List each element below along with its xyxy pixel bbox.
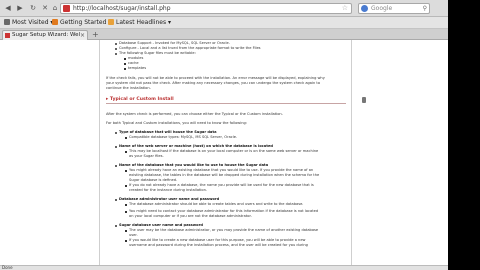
home-icon[interactable]: ⌂ xyxy=(50,3,60,13)
bullet xyxy=(125,204,127,206)
back-arrow-icon[interactable]: ◀ xyxy=(3,3,13,13)
bullet xyxy=(124,68,126,70)
item-detail: This may be localhost if the database is… xyxy=(129,149,319,153)
bullet xyxy=(115,53,117,55)
item-detail: The database administrator should be abl… xyxy=(129,202,304,206)
section-paragraph: After the system check is performed, you… xyxy=(106,112,283,116)
intro-paragraph: your system did not pass the check. Afte… xyxy=(106,81,321,85)
bullet xyxy=(125,137,127,139)
bullet xyxy=(125,170,127,172)
bullet xyxy=(125,240,127,242)
writable-file: templates xyxy=(128,66,147,70)
both-paragraph: For both Typical and Custom installation… xyxy=(106,121,247,125)
url-bar[interactable]: http://localhost/sugar/install.php ☆ xyxy=(60,3,352,14)
intro-item: Configure - Local and a list trued from … xyxy=(119,46,261,50)
navigation-toolbar: ◀ ▶ ↻ ✕ ⌂ http://localhost/sugar/install… xyxy=(0,0,448,17)
page-margin xyxy=(0,40,99,265)
item-detail: You might need to contact your database … xyxy=(129,209,319,213)
tab-title: Sugar Setup Wizard: Welcome t... xyxy=(12,32,80,38)
search-placeholder: Google xyxy=(371,5,393,12)
item-heading: Database administrator user name and pas… xyxy=(119,197,220,201)
close-tab-icon[interactable]: × xyxy=(80,31,85,40)
search-bar[interactable]: Google ⚲ xyxy=(358,3,430,14)
item-detail: The user may be the database administrat… xyxy=(129,228,319,232)
bookmarks-toolbar: Most Visited ▾ Getting Started Latest He… xyxy=(0,17,448,29)
bullet xyxy=(115,146,117,148)
item-detail: If you would like to create a new databa… xyxy=(129,238,306,242)
page-viewport: Database Support - Invoked for MySQL, SQ… xyxy=(0,40,448,265)
intro-paragraph: If the check fails, you will not be able… xyxy=(106,76,325,80)
forward-arrow-icon[interactable]: ▶ xyxy=(15,3,25,13)
item-detail: You might already have an existing datab… xyxy=(129,168,314,172)
bookmarks-folder-icon xyxy=(4,19,10,25)
intro-item: The following Sugar files must be writab… xyxy=(119,51,196,55)
bullet xyxy=(115,165,117,167)
bullet xyxy=(115,132,117,134)
bullet xyxy=(124,58,126,60)
search-icon[interactable]: ⚲ xyxy=(423,4,427,13)
url-text: http://localhost/sugar/install.php xyxy=(73,5,171,12)
item-detail: Compatible database types: MySQL, MS SQL… xyxy=(129,135,238,139)
bullet xyxy=(125,185,127,187)
bullet xyxy=(115,48,117,50)
rss-feed-icon xyxy=(108,19,114,25)
item-detail: username and password during the install… xyxy=(129,243,308,247)
reload-icon[interactable]: ↻ xyxy=(28,3,38,13)
bullet xyxy=(125,151,127,153)
status-text: Done xyxy=(2,265,13,270)
writable-file: cache xyxy=(128,61,139,65)
item-detail: Sugar database is defined. xyxy=(129,178,178,182)
bullet xyxy=(115,199,117,201)
intro-item: Database Support - Invoked for MySQL, SQ… xyxy=(119,41,230,45)
bookmark-most-visited[interactable]: Most Visited ▾ xyxy=(4,19,53,27)
stop-icon[interactable]: ✕ xyxy=(40,3,50,13)
scrollbar-thumb[interactable] xyxy=(362,97,366,103)
status-bar: Done xyxy=(0,265,448,270)
bullet xyxy=(125,211,127,213)
item-heading: Type of database that will house the Sug… xyxy=(119,130,217,134)
intro-paragraph: continue the installation. xyxy=(106,86,151,90)
bookmark-getting-started[interactable]: Getting Started xyxy=(52,19,106,27)
screen: ◀ ▶ ↻ ✕ ⌂ http://localhost/sugar/install… xyxy=(0,0,480,270)
item-detail: as your Sugar files. xyxy=(129,154,164,158)
new-tab-button[interactable]: + xyxy=(92,30,99,39)
tab-strip: Sugar Setup Wizard: Welcome t... × + xyxy=(0,29,448,40)
item-heading: Name of the web server or machine (host)… xyxy=(119,144,273,148)
item-detail: created for the instance during installa… xyxy=(129,188,208,192)
tab-sugar-setup[interactable]: Sugar Setup Wizard: Welcome t... × xyxy=(2,30,88,40)
bullet xyxy=(115,225,117,227)
install-help-page: Database Support - Invoked for MySQL, SQ… xyxy=(99,40,352,265)
item-heading: Name of the database that you would like… xyxy=(119,163,269,167)
item-detail: If you do not already have a database, t… xyxy=(129,183,314,187)
bookmark-star-icon[interactable]: ☆ xyxy=(342,4,348,13)
bullet xyxy=(125,230,127,232)
item-detail: existing database, the tables in the dat… xyxy=(129,173,320,177)
tab-favicon-icon xyxy=(5,33,10,38)
bullet xyxy=(115,43,117,45)
writable-file: modules xyxy=(128,56,144,60)
bookmark-latest-headlines[interactable]: Latest Headlines ▾ xyxy=(108,19,171,27)
desktop-edge xyxy=(448,0,480,270)
section-title: ▸ Typical or Custom Install xyxy=(106,97,346,104)
item-detail: user. xyxy=(129,233,138,237)
google-icon xyxy=(361,5,368,12)
browser-window: ◀ ▶ ↻ ✕ ⌂ http://localhost/sugar/install… xyxy=(0,0,448,270)
bullet xyxy=(124,63,126,65)
site-favicon-icon xyxy=(63,5,70,12)
item-heading: Sugar database user name and password xyxy=(119,223,203,227)
item-detail: on your local computer or if you are not… xyxy=(129,214,252,218)
firefox-icon xyxy=(52,19,58,25)
